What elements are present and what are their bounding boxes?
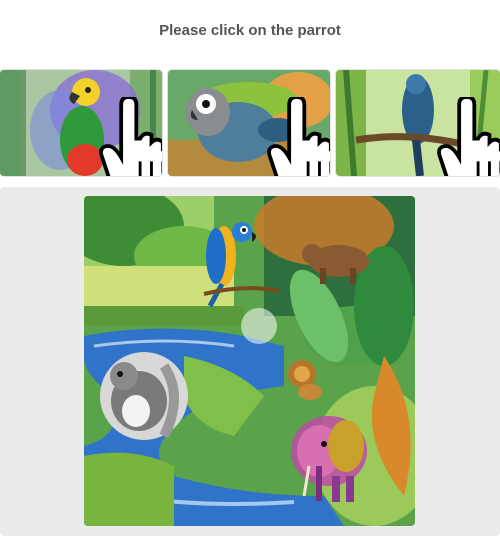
instruction-title: Please click on the parrot	[159, 22, 341, 39]
example-thumbnail-1[interactable]	[0, 70, 162, 176]
challenge-area	[0, 187, 500, 536]
pointer-hand-icon	[267, 97, 330, 176]
example-thumbnails	[0, 70, 500, 178]
challenge-image[interactable]	[84, 196, 415, 526]
example-thumbnail-3[interactable]	[336, 70, 500, 176]
pointer-hand-icon	[99, 97, 162, 176]
pointer-hand-icon	[437, 97, 500, 176]
example-thumbnail-2[interactable]	[168, 70, 330, 176]
squirrel	[100, 352, 188, 440]
